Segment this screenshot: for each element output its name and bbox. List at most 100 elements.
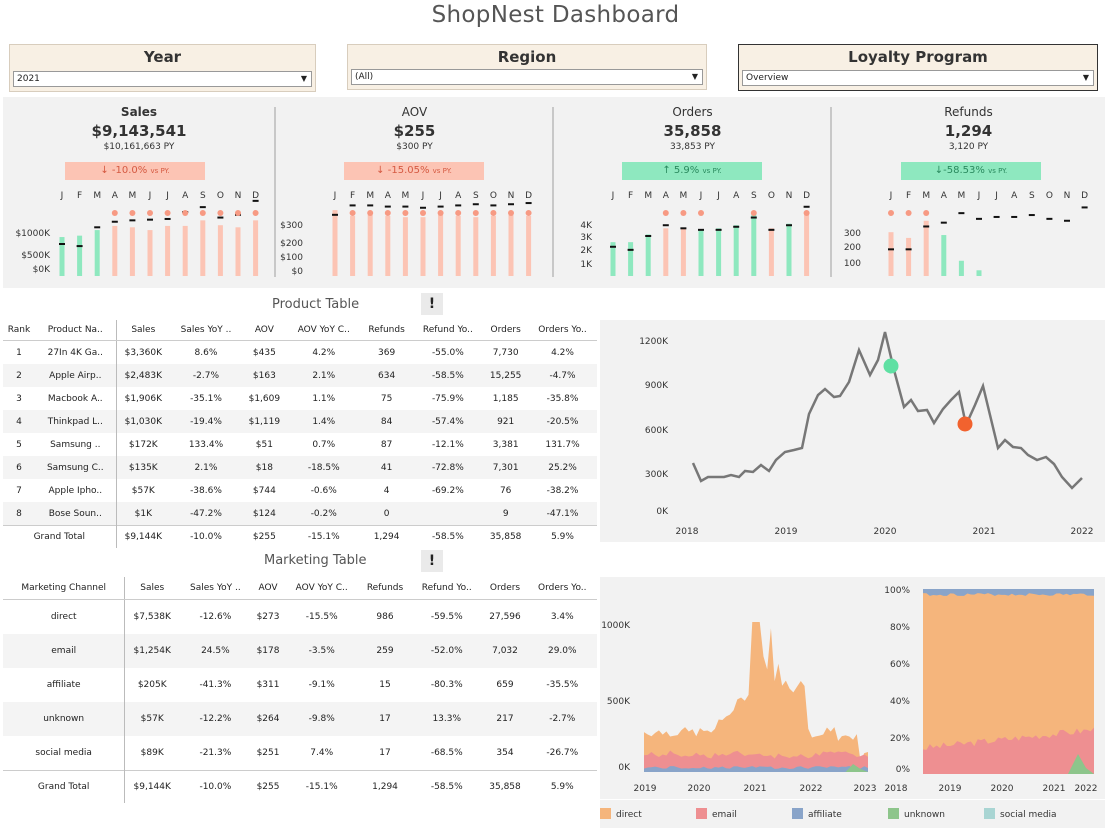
- product-warning-icon[interactable]: !: [421, 293, 443, 315]
- marketing-warning-icon[interactable]: !: [421, 550, 443, 572]
- table-cell: $1,030K: [124, 416, 162, 427]
- column-header[interactable]: AOV: [251, 577, 285, 600]
- loyalty-select[interactable]: Overview ▼: [742, 70, 1094, 86]
- month-label: O: [217, 191, 224, 201]
- chevron-down-icon: ▼: [1082, 73, 1089, 82]
- grand-total-row: Grand Total $9,144K -10.0% $255 -15.1% 1,294-…: [3, 770, 597, 803]
- year-select[interactable]: 2021 ▼: [13, 71, 312, 87]
- table-cell: -12.6%: [199, 612, 232, 622]
- table-row[interactable]: 5 Samsung .. $172K 133.4% $51 0.7% 87 -12.1% 3,3…: [3, 433, 597, 456]
- table-row[interactable]: 6 Samsung C.. $135K 2.1% $18 -18.5% 41 -72.8% 7,…: [3, 456, 597, 479]
- column-header[interactable]: Marketing Channel: [3, 577, 126, 600]
- table-row[interactable]: 2 Apple Airp.. $2,483K -2.7% $163 2.1% 634 -58.…: [3, 364, 597, 387]
- table-cell: -2.7%: [549, 714, 576, 724]
- x-tick: 2021: [1043, 784, 1066, 794]
- column-header[interactable]: Orders Yo..: [528, 320, 597, 341]
- column-header[interactable]: Refund Yo..: [412, 320, 484, 341]
- table-row[interactable]: 4 Thinkpad L.. $1,030K -19.4% $1,119 1.4% 84 -5…: [3, 410, 597, 433]
- column-header[interactable]: AOV YoY C..: [284, 577, 359, 600]
- table-cell: $264: [256, 714, 280, 724]
- column-header[interactable]: Refund Yo..: [411, 577, 483, 600]
- table-row[interactable]: 1 27In 4K Ga.. $3,360K 8.6% $435 4.2% 369 -55.0…: [3, 340, 597, 364]
- column-header[interactable]: Orders: [483, 320, 529, 341]
- prior-year-tick: [455, 204, 462, 207]
- bar: [94, 230, 100, 276]
- table-row[interactable]: affiliate $205K -41.3% $311 -9.1% 15 -80.3% 659…: [3, 668, 597, 702]
- table-row[interactable]: 7 Apple Ipho.. $57K -38.6% $744 -0.6% 4 -69.2% 7…: [3, 479, 597, 502]
- month-label: F: [906, 191, 911, 201]
- prior-year-tick: [384, 205, 391, 208]
- table-cell: 2.1%: [194, 462, 218, 473]
- column-header[interactable]: Product Na..: [34, 320, 117, 341]
- column-header[interactable]: AOV: [242, 320, 287, 341]
- table-cell: -47.1%: [546, 508, 579, 519]
- bar: [645, 234, 651, 276]
- table-cell: 0.7%: [312, 439, 336, 450]
- bar: [906, 237, 912, 276]
- month-label: J: [165, 191, 169, 201]
- region-select[interactable]: (All) ▼: [351, 69, 703, 85]
- axis-tick: $200: [280, 239, 303, 249]
- column-header[interactable]: Sales YoY ..: [179, 577, 252, 600]
- prior-year-tick: [349, 204, 356, 207]
- bar: [976, 270, 982, 276]
- total-cell: 35,858: [482, 770, 528, 803]
- legend-item-direct[interactable]: direct: [600, 808, 642, 820]
- table-cell: 131.7%: [545, 439, 580, 450]
- month-label: M: [680, 191, 688, 201]
- column-header[interactable]: Refunds: [359, 577, 412, 600]
- total-cell: $255: [242, 525, 287, 548]
- table-row[interactable]: direct $7,538K -12.6% $273 -15.5% 986 -59.5% 27…: [3, 599, 597, 634]
- alert-dot: [402, 210, 409, 216]
- prior-year-tick: [680, 227, 687, 230]
- channel-share-chart: 100% 80% 60% 40% 20% 0% 2018 2019 2020 2021 2022: [884, 586, 1097, 794]
- prior-year-tick: [645, 235, 652, 237]
- bar: [680, 228, 686, 276]
- loyalty-filter[interactable]: Loyalty Program Overview ▼: [738, 44, 1098, 91]
- legend-item-email[interactable]: email: [696, 808, 737, 820]
- table-row[interactable]: 8 Bose Soun.. $1K -47.2% $124 -0.2% 0 9 -47.1%: [3, 502, 597, 526]
- month-label: S: [1029, 191, 1035, 201]
- table-cell: -0.6%: [310, 485, 337, 496]
- table-row[interactable]: unknown $57K -12.2% $264 -9.8% 17 13.3% 217 -2.7…: [3, 702, 597, 736]
- table-row[interactable]: social media $89K -21.3% $251 7.4% 17 -68.5% 35…: [3, 736, 597, 771]
- legend-item-social-media[interactable]: social media: [984, 808, 1057, 820]
- table-cell: -68.5%: [430, 748, 463, 758]
- product-table: Rank Product Na.. Sales Sales YoY .. AOV AOV …: [3, 320, 597, 548]
- column-header[interactable]: Orders Yo..: [527, 577, 597, 600]
- column-header[interactable]: Sales: [116, 320, 170, 341]
- table-row[interactable]: email $1,254K 24.5% $178 -3.5% 259 -52.0% 7,032…: [3, 634, 597, 668]
- bar: [367, 214, 373, 276]
- table-cell: $51: [255, 439, 273, 450]
- product-table-panel: Rank Product Na.. Sales Sales YoY .. AOV AOV …: [3, 320, 597, 548]
- table-cell: Samsung ..: [34, 433, 117, 456]
- prior-year-tick: [1046, 217, 1053, 220]
- column-header[interactable]: Sales: [124, 577, 180, 600]
- prior-year-tick: [786, 224, 792, 227]
- legend-item-unknown[interactable]: unknown: [888, 808, 945, 820]
- column-header[interactable]: Orders: [482, 577, 528, 600]
- year-filter-label: Year: [143, 48, 182, 66]
- table-row[interactable]: 3 Macbook A.. $1,906K -35.1% $1,609 1.1% 75 -75…: [3, 387, 597, 410]
- x-tick: 2021: [973, 527, 996, 537]
- table-cell: 15,255: [489, 370, 522, 381]
- column-header[interactable]: Sales YoY ..: [169, 320, 242, 341]
- axis-tick: $100: [280, 253, 303, 263]
- bar: [200, 220, 206, 276]
- legend-item-affiliate[interactable]: affiliate: [792, 808, 842, 820]
- column-header[interactable]: Rank: [3, 320, 35, 341]
- axis-tick: $1000K: [15, 229, 51, 239]
- table-cell: 634: [378, 370, 396, 381]
- year-filter[interactable]: Year 2021 ▼: [9, 44, 316, 92]
- column-header[interactable]: Refunds: [360, 320, 413, 341]
- table-cell: 75: [380, 393, 393, 404]
- alert-dot: [147, 210, 153, 216]
- table-cell: -75.9%: [431, 393, 464, 404]
- marketing-table: Marketing Channel Sales Sales YoY .. AOV AOV…: [3, 577, 597, 803]
- bar: [129, 227, 135, 276]
- table-cell: unknown: [3, 702, 126, 736]
- alert-dot: [490, 210, 497, 216]
- column-header[interactable]: AOV YoY C..: [286, 320, 361, 341]
- prior-year-tick: [217, 216, 224, 219]
- region-filter[interactable]: Region (All) ▼: [347, 44, 707, 90]
